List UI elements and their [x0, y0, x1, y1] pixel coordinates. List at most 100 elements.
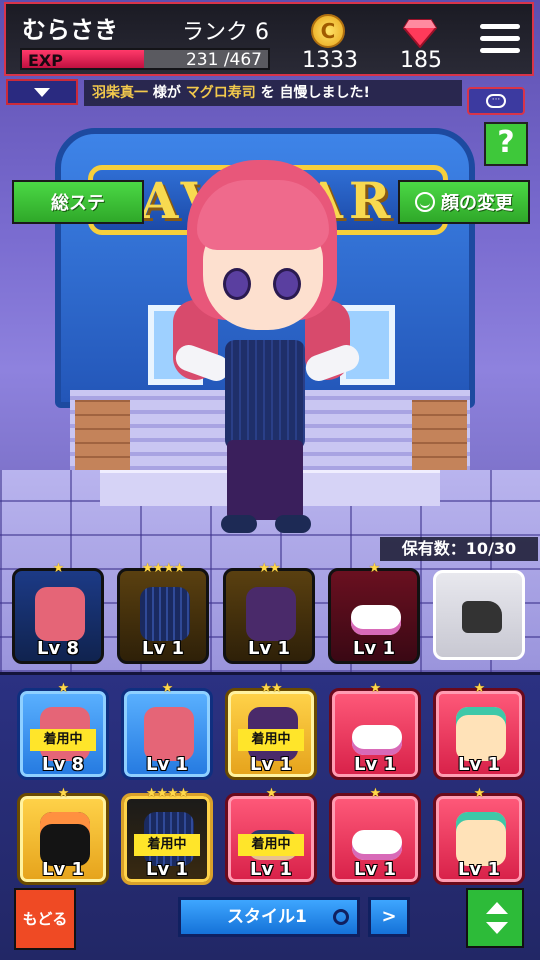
sushi-item-icon [40, 812, 90, 866]
hair-item-icon [144, 707, 194, 761]
equipped-tag: 着用中 [134, 834, 200, 856]
brick-rail [412, 400, 467, 470]
status-header: むらさき ランク 6 EXP 231 /467 C 1333 185 [4, 2, 534, 76]
exp-value: 231 /467 [185, 50, 262, 70]
rarity-stars: ★ [473, 681, 486, 696]
notice-player: 羽柴真一 [92, 85, 148, 101]
menu-line [480, 36, 520, 41]
rarity-stars: ★ [368, 561, 381, 576]
total-stats-button[interactable]: 総ステ [12, 180, 144, 224]
rarity-stars: ★★ [258, 561, 280, 576]
chat-button[interactable]: ··· [467, 87, 525, 115]
face-change-label: 顔の変更 [441, 193, 513, 214]
avatar-bangs [197, 180, 329, 250]
item-level: Lv 1 [458, 754, 500, 775]
rarity-stars: ★ [265, 786, 278, 801]
item-level: Lv 8 [42, 754, 84, 775]
inventory-item[interactable]: ★ Lv 1 [17, 786, 109, 885]
brag-notice-ticker: 羽柴真一 様が マグロ寿司 を 自慢しました! [84, 80, 462, 106]
inventory-item[interactable]: ★ Lv 1 [121, 681, 213, 780]
equipped-tag: 着用中 [238, 729, 304, 751]
arrow-up-icon [486, 902, 508, 914]
avatar-shoe [275, 515, 311, 533]
notice-item: マグロ寿司 [185, 85, 256, 101]
avatar-shoe [221, 515, 257, 533]
smile-face-icon [415, 192, 435, 212]
glove-item-icon [456, 707, 506, 761]
equipped-tag: 着用中 [30, 729, 96, 751]
rarity-stars: ★★ [260, 681, 282, 696]
rarity-stars: ★ [57, 786, 70, 801]
item-level: Lv 1 [248, 638, 290, 659]
item-level: Lv 1 [354, 859, 396, 880]
suit-item-icon [140, 587, 190, 641]
avatar-suit [225, 340, 305, 450]
notice-text: 様が [148, 85, 186, 101]
item-level: Lv 1 [354, 754, 396, 775]
next-style-button[interactable]: > [368, 897, 410, 937]
item-level: Lv 1 [146, 859, 188, 880]
help-button[interactable]: ? [484, 122, 528, 166]
hamburger-menu-button[interactable] [480, 24, 520, 56]
inventory-item[interactable]: ★ Lv 1 [433, 681, 525, 780]
item-level: Lv 1 [42, 859, 84, 880]
shoes-item-icon [352, 725, 402, 755]
style-label: スタイル1 [227, 907, 307, 927]
item-level: Lv 1 [146, 754, 188, 775]
shoes-item-icon [351, 605, 401, 635]
inventory-item[interactable]: ★ 着用中 Lv 1 [225, 786, 317, 885]
sort-toggle-button[interactable] [466, 888, 524, 948]
chevron-down-icon [34, 87, 50, 97]
shoes-item-icon [352, 830, 402, 860]
item-level: Lv 1 [250, 859, 292, 880]
inventory-item[interactable]: ★ Lv 1 [329, 786, 421, 885]
brick-rail [75, 400, 130, 470]
arrow-down-icon [486, 922, 508, 934]
pants-item-icon [246, 587, 296, 641]
owned-count: 保有数：10/30 [380, 537, 538, 561]
gear-icon [333, 909, 349, 925]
face-change-button[interactable]: 顔の変更 [398, 180, 530, 224]
player-name: むらさき [22, 16, 118, 44]
inventory-item[interactable]: ★ 着用中 Lv 8 [17, 681, 109, 780]
hair-item-icon [35, 587, 85, 641]
inventory-item[interactable]: ★★★★ 着用中 Lv 1 [121, 786, 213, 885]
speech-bubble-icon: ··· [486, 94, 506, 108]
coin-count: 1333 [302, 48, 358, 73]
rarity-stars: ★★★★ [141, 561, 186, 576]
glove-icon [462, 601, 502, 633]
item-level: Lv 1 [142, 638, 184, 659]
avatar-pants [227, 440, 303, 520]
inventory-item[interactable]: ★ Lv 1 [433, 786, 525, 885]
rank-label: ランク 6 [182, 20, 269, 45]
equipped-slot-top[interactable]: ★★★★ Lv 1 [117, 561, 209, 664]
coin-icon: C [311, 14, 345, 48]
equipped-slot-shoes[interactable]: ★ Lv 1 [328, 561, 420, 664]
menu-line [480, 48, 520, 53]
item-level: Lv 1 [353, 638, 395, 659]
gem-count: 185 [400, 48, 442, 73]
player-avatar[interactable] [165, 150, 415, 550]
back-button[interactable]: もどる [14, 888, 76, 950]
inventory-item[interactable]: ★★ 着用中 Lv 1 [225, 681, 317, 780]
item-level: Lv 1 [250, 754, 292, 775]
notice-text: を 自慢しました! [255, 85, 370, 101]
rarity-stars: ★ [161, 681, 174, 696]
style-select-button[interactable]: スタイル1 [178, 897, 360, 937]
collapse-header-button[interactable] [6, 79, 78, 105]
rarity-stars: ★ [57, 681, 70, 696]
rarity-stars: ★ [52, 561, 65, 576]
rarity-stars: ★ [473, 786, 486, 801]
item-level: Lv 1 [458, 859, 500, 880]
exp-label: EXP [28, 51, 63, 70]
avatar-eye [223, 268, 251, 300]
equipped-slot-gloves-empty[interactable] [433, 570, 525, 660]
avatar-eye [273, 268, 301, 300]
equipped-slot-bottom[interactable]: ★★ Lv 1 [223, 561, 315, 664]
equipped-slot-hair[interactable]: ★ Lv 8 [12, 561, 104, 664]
inventory-item[interactable]: ★ Lv 1 [329, 681, 421, 780]
rarity-stars: ★ [369, 786, 382, 801]
gem-icon [403, 19, 437, 48]
item-level: Lv 8 [37, 638, 79, 659]
rarity-stars: ★★★★ [145, 786, 190, 801]
